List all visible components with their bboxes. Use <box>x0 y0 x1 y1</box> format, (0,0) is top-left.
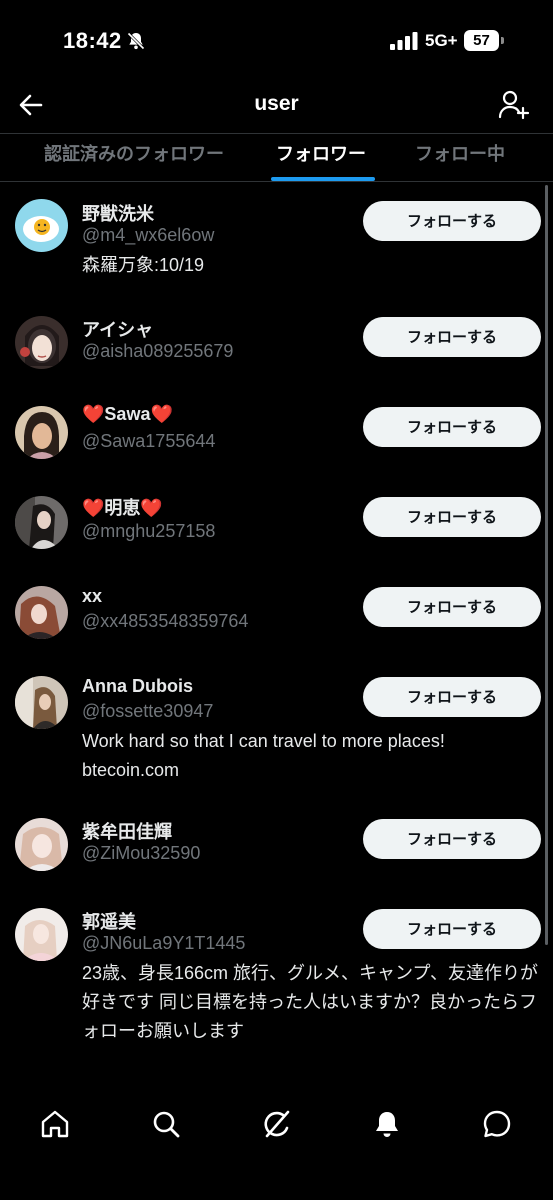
follower-name: ❤️Sawa❤️ <box>82 404 173 424</box>
follower-handle: @m4_wx6el6ow <box>82 225 215 245</box>
top-bar: user <box>0 80 553 134</box>
follower-name: ❤️明恵❤️ <box>82 498 163 518</box>
follower-name: Anna Dubois <box>82 676 193 696</box>
follower-name: 郭遥美 <box>82 912 136 932</box>
avatar[interactable] <box>15 496 68 549</box>
follow-button[interactable]: フォローする <box>363 677 541 717</box>
grok-icon[interactable] <box>261 1108 293 1140</box>
home-indicator-area <box>0 1160 553 1200</box>
tabs-divider <box>0 181 553 182</box>
follow-button[interactable]: フォローする <box>363 909 541 949</box>
follower-handle: @fossette30947 <box>82 701 214 721</box>
avatar[interactable] <box>15 818 68 871</box>
cellular-signal-icon <box>390 32 418 50</box>
battery-icon: 57 <box>464 30 504 51</box>
follow-button[interactable]: フォローする <box>363 819 541 859</box>
page-title: user <box>254 92 299 115</box>
follower-handle: @aisha089255679 <box>82 341 234 361</box>
network-type: 5G+ <box>425 31 458 50</box>
follow-button[interactable]: フォローする <box>363 201 541 241</box>
follower-handle: @JN6uLa9Y1T1445 <box>82 933 246 953</box>
follower-bio: 森羅万象:10/19 <box>82 255 205 275</box>
follower-name: 紫牟田佳輝 <box>82 822 172 842</box>
heart-icon: ❤️ <box>150 404 173 424</box>
tab-followers[interactable]: フォロワー <box>276 134 366 181</box>
bottom-nav <box>0 1090 553 1160</box>
follower-handle: @mnghu257158 <box>82 521 216 541</box>
heart-icon: ❤️ <box>140 498 163 518</box>
avatar[interactable] <box>15 316 68 369</box>
avatar[interactable] <box>15 908 68 961</box>
heart-icon: ❤️ <box>82 498 105 518</box>
follow-button[interactable]: フォローする <box>363 497 541 537</box>
tab-following[interactable]: フォロー中 <box>415 134 505 181</box>
scrollbar[interactable] <box>545 185 548 945</box>
follower-bio: 23歳、身長166cm 旅行、グルメ、キャンプ、友達作りが好きです 同じ目標を持… <box>82 963 538 1041</box>
status-bar: 18:42 5G+ 57 <box>0 0 553 80</box>
follower-name: アイシャ <box>82 320 154 340</box>
avatar[interactable] <box>15 676 68 729</box>
tab-verified-followers[interactable]: 認証済みのフォロワー <box>44 134 224 181</box>
tab-bar: 認証済みのフォロワー フォロワー フォロー中 <box>0 134 553 181</box>
follower-name: xx <box>82 586 103 606</box>
messages-icon[interactable] <box>481 1108 513 1140</box>
heart-icon: ❤️ <box>82 404 105 424</box>
avatar[interactable] <box>15 586 68 639</box>
home-icon[interactable] <box>39 1108 71 1140</box>
follow-button[interactable]: フォローする <box>363 407 541 447</box>
follower-handle: @Sawa1755644 <box>82 431 216 451</box>
add-user-icon[interactable] <box>497 88 531 122</box>
follower-name: 野獣洗米 <box>82 204 154 224</box>
follow-button[interactable]: フォローする <box>363 317 541 357</box>
notifications-icon[interactable] <box>371 1108 403 1140</box>
bell-muted-icon <box>127 32 145 50</box>
search-icon[interactable] <box>150 1108 182 1140</box>
follower-handle: @xx4853548359764 <box>82 611 249 631</box>
avatar[interactable] <box>15 199 68 252</box>
status-time: 18:42 <box>63 28 122 53</box>
follower-bio: Work hard so that I can travel to more p… <box>82 731 445 780</box>
battery-level: 57 <box>473 32 490 49</box>
follower-handle: @ZiMou32590 <box>82 843 201 863</box>
follow-button[interactable]: フォローする <box>363 587 541 627</box>
avatar[interactable] <box>15 406 68 459</box>
